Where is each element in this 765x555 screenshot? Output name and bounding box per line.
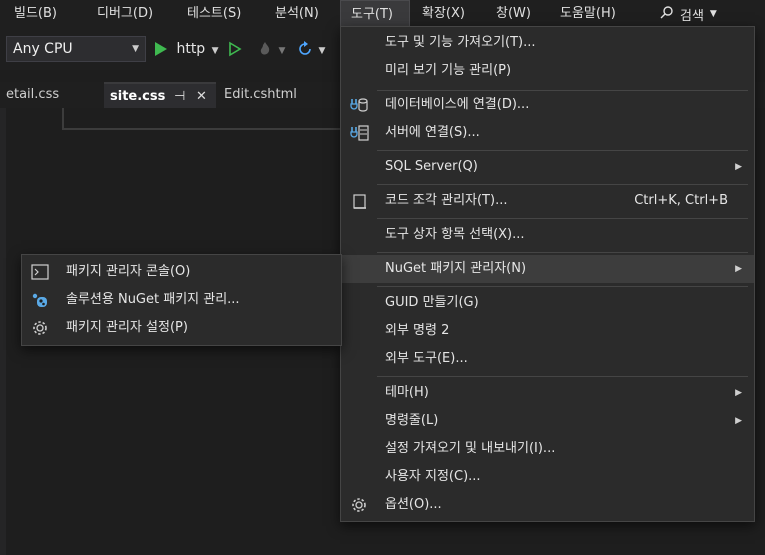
menu-extensions[interactable]: 확장(X): [422, 0, 465, 28]
menu-item-label: SQL Server(Q): [385, 159, 478, 174]
hot-reload-button[interactable]: ▼: [256, 36, 285, 62]
menu-item-label: 사용자 지정(C)...: [385, 469, 481, 484]
menu-item-label: 패키지 관리자 설정(P): [66, 320, 188, 335]
menu-item-create-guid[interactable]: GUID 만들기(G): [341, 289, 754, 317]
menu-separator: [377, 376, 748, 377]
menu-item-toolbox-items[interactable]: 도구 상자 항목 선택(X)...: [341, 221, 754, 249]
menu-item-sql-server[interactable]: SQL Server(Q) ▶: [341, 153, 754, 181]
submenu-item-package-console[interactable]: 패키지 관리자 콘솔(O): [22, 258, 341, 286]
menu-item-command-line[interactable]: 명령줄(L) ▶: [341, 407, 754, 435]
menu-item-label: 외부 명령 2: [385, 323, 450, 338]
console-icon: [30, 263, 50, 281]
gear-icon: [349, 496, 369, 514]
menu-bar: 빌드(B) 디버그(D) 테스트(S) 분석(N) 도구(T) 확장(X) 창(…: [0, 0, 765, 28]
refresh-button[interactable]: ▼: [296, 36, 325, 62]
platform-value: Any CPU: [13, 41, 73, 57]
submenu-arrow-icon: ▶: [735, 388, 742, 398]
tab-edit-cshtml[interactable]: Edit.cshtml: [218, 82, 303, 108]
pin-icon[interactable]: ⊣: [174, 84, 185, 110]
play-outline-icon: [229, 41, 242, 57]
submenu-arrow-icon: ▶: [735, 416, 742, 426]
snippet-icon: [349, 192, 369, 210]
tab-label: etail.css: [6, 87, 60, 102]
menu-debug[interactable]: 디버그(D): [97, 0, 153, 28]
run-button[interactable]: http ▼: [154, 36, 219, 62]
gear-icon: [30, 319, 50, 337]
menu-help[interactable]: 도움말(H): [560, 0, 616, 28]
tab-label: Edit.cshtml: [224, 87, 297, 102]
tools-menu: 도구 및 기능 가져오기(T)... 미리 보기 기능 관리(P) 데이터베이스…: [340, 26, 755, 522]
menu-build[interactable]: 빌드(B): [14, 0, 57, 28]
play-icon: [155, 42, 167, 56]
server-connect-icon: [349, 124, 369, 142]
menu-separator: [377, 218, 748, 219]
nuget-submenu: 패키지 관리자 콘솔(O) 솔루션용 NuGet 패키지 관리... 패키지 관…: [21, 254, 342, 346]
menu-item-label: 명령줄(L): [385, 413, 439, 428]
menu-item-label: 서버에 연결(S)...: [385, 125, 480, 140]
refresh-icon: [299, 41, 311, 55]
search-icon: [660, 5, 674, 23]
menu-item-label: 테마(H): [385, 385, 429, 400]
menu-separator: [377, 184, 748, 185]
menu-item-label: NuGet 패키지 관리자(N): [385, 261, 527, 276]
menu-item-get-tools[interactable]: 도구 및 기능 가져오기(T)...: [341, 29, 754, 57]
menu-item-external-command[interactable]: 외부 명령 2: [341, 317, 754, 345]
menu-item-label: 솔루션용 NuGet 패키지 관리...: [66, 292, 240, 307]
tab-site-css[interactable]: site.css ⊣ ✕: [104, 82, 216, 108]
run-target-label: http: [176, 41, 206, 57]
editor-gutter: [0, 108, 6, 555]
menu-separator: [377, 150, 748, 151]
chevron-down-icon: ▼: [318, 46, 326, 56]
menu-item-connect-database[interactable]: 데이터베이스에 연결(D)...: [341, 91, 754, 119]
menu-window[interactable]: 창(W): [496, 0, 531, 28]
menu-item-label: 외부 도구(E)...: [385, 351, 468, 366]
chevron-down-icon: ▼: [278, 46, 286, 56]
menu-item-external-tools[interactable]: 외부 도구(E)...: [341, 345, 754, 373]
submenu-arrow-icon: ▶: [735, 264, 742, 274]
menu-item-label: 패키지 관리자 콘솔(O): [66, 264, 191, 279]
menu-item-customize[interactable]: 사용자 지정(C)...: [341, 463, 754, 491]
menu-item-theme[interactable]: 테마(H) ▶: [341, 379, 754, 407]
menu-item-label: 설정 가져오기 및 내보내기(I)...: [385, 441, 556, 456]
submenu-arrow-icon: ▶: [735, 162, 742, 172]
menu-item-code-snippets[interactable]: 코드 조각 관리자(T)... Ctrl+K, Ctrl+B: [341, 187, 754, 215]
menu-item-shortcut: Ctrl+K, Ctrl+B: [634, 193, 728, 208]
close-icon[interactable]: ✕: [196, 84, 207, 110]
search-button[interactable]: 검색 ▼: [660, 0, 717, 28]
tab-detail-css[interactable]: etail.css: [0, 82, 65, 108]
menu-item-preview-features[interactable]: 미리 보기 기능 관리(P): [341, 57, 754, 85]
chevron-down-icon: ▼: [132, 44, 139, 54]
database-connect-icon: [349, 96, 369, 114]
search-label: 검색: [680, 8, 704, 24]
submenu-item-manage-solution-packages[interactable]: 솔루션용 NuGet 패키지 관리...: [22, 286, 341, 314]
flame-icon: [260, 42, 270, 55]
menu-item-label: 데이터베이스에 연결(D)...: [385, 97, 530, 112]
menu-item-label: 코드 조각 관리자(T)...: [385, 193, 508, 208]
menu-item-label: 도구 및 기능 가져오기(T)...: [385, 35, 536, 50]
menu-analyze[interactable]: 분석(N): [275, 0, 319, 28]
menu-item-label: 미리 보기 기능 관리(P): [385, 63, 512, 78]
submenu-item-package-settings[interactable]: 패키지 관리자 설정(P): [22, 314, 341, 342]
menu-item-label: 옵션(O)...: [385, 497, 442, 512]
chevron-down-icon: ▼: [709, 9, 717, 19]
menu-item-nuget[interactable]: NuGet 패키지 관리자(N) ▶: [341, 255, 754, 283]
menu-item-connect-server[interactable]: 서버에 연결(S)...: [341, 119, 754, 147]
menu-item-label: 도구 상자 항목 선택(X)...: [385, 227, 525, 242]
run-without-debug-button[interactable]: [228, 36, 242, 62]
chevron-down-icon: ▼: [211, 46, 219, 56]
menu-item-label: GUID 만들기(G): [385, 295, 479, 310]
menu-test[interactable]: 테스트(S): [187, 0, 241, 28]
menu-item-options[interactable]: 옵션(O)...: [341, 491, 754, 519]
menu-separator: [377, 252, 748, 253]
menu-separator: [377, 286, 748, 287]
platform-select[interactable]: Any CPU ▼: [6, 36, 146, 62]
menu-tools[interactable]: 도구(T): [340, 0, 410, 28]
nuget-icon: [30, 291, 50, 309]
tab-label: site.css: [110, 89, 166, 104]
editor-outline: [62, 108, 342, 130]
menu-item-import-export-settings[interactable]: 설정 가져오기 및 내보내기(I)...: [341, 435, 754, 463]
